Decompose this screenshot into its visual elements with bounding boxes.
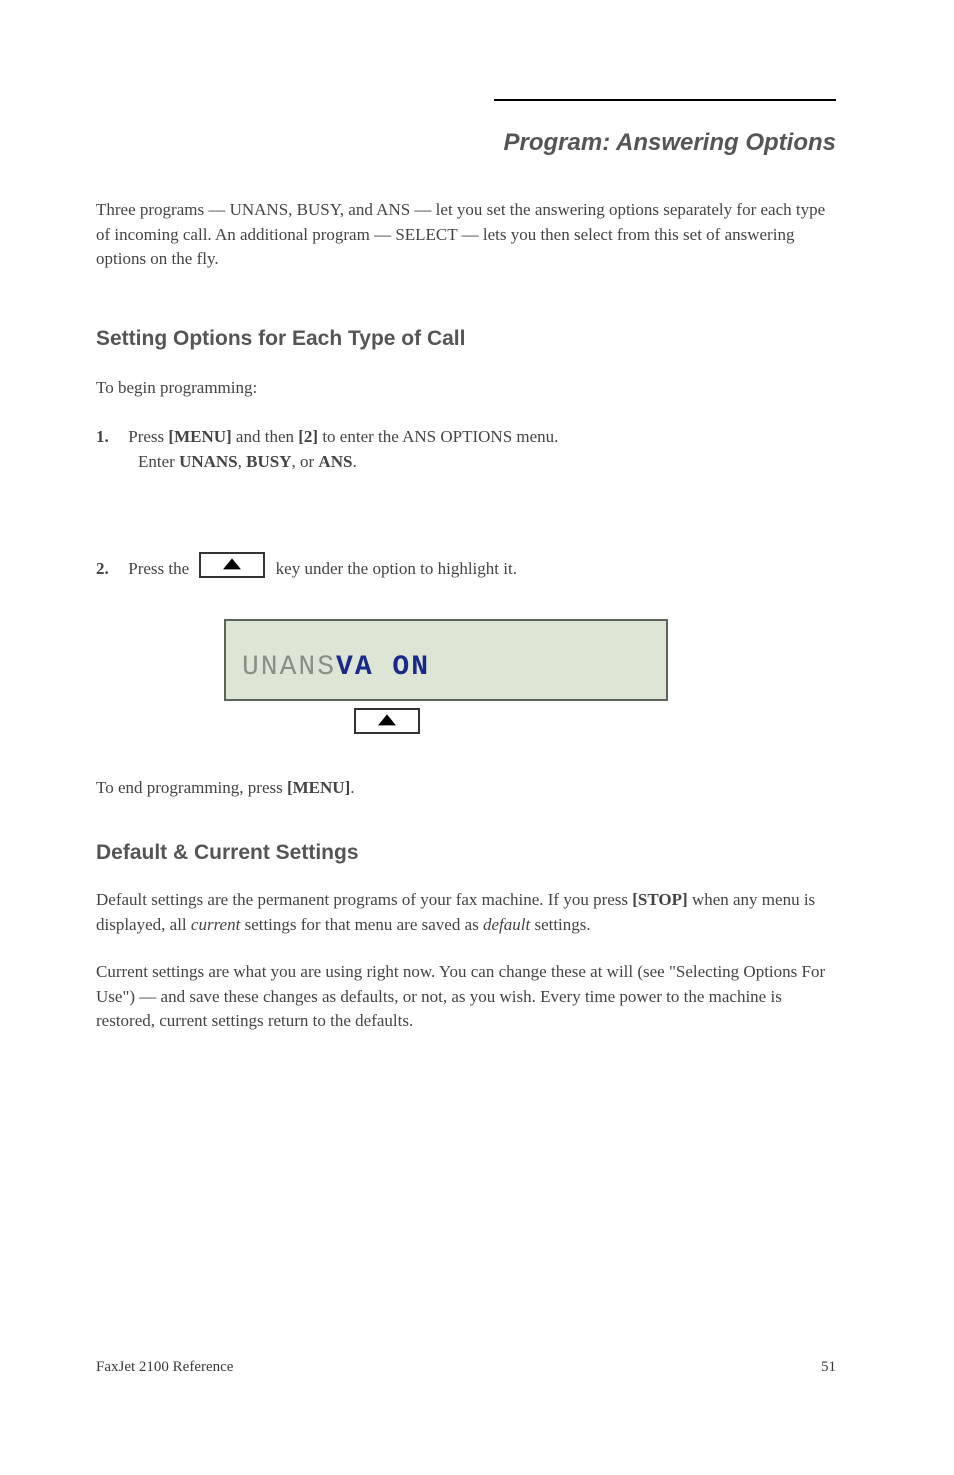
footer-page-number: 51 (821, 1357, 836, 1379)
header-rule (494, 99, 836, 101)
page-footer: FaxJet 2100 Reference 51 (96, 1357, 836, 1379)
subheading-default-current: Default & Current Settings (96, 838, 359, 868)
step-1-line-1: Press [MENU] and then [2] to enter the A… (128, 427, 558, 446)
current-settings-paragraph: Current settings are what you are using … (96, 960, 836, 1034)
step-1-number: 1. (96, 425, 124, 450)
lcd-active-text: VA ON (336, 648, 430, 689)
section-title: Program: Answering Options (504, 126, 836, 161)
up-arrow-key-icon (354, 708, 420, 734)
to-begin-text: To begin programming: (96, 376, 257, 401)
step-2-number: 2. (96, 557, 124, 582)
step-1: 1. Press [MENU] and then [2] to enter th… (96, 425, 836, 474)
subheading-setting-options: Setting Options for Each Type of Call (96, 324, 465, 354)
end-programming-text: To end programming, press [MENU]. (96, 776, 354, 801)
step-2-text-after: key under the option to highlight it. (276, 559, 517, 578)
lcd-display: UNANS VA ON (224, 619, 668, 701)
default-settings-paragraph: Default settings are the permanent progr… (96, 888, 836, 937)
lcd-dim-text: UNANS (242, 648, 336, 689)
footer-doc-title: FaxJet 2100 Reference (96, 1357, 233, 1379)
step-1-line-2: Enter UNANS, BUSY, or ANS. (96, 450, 836, 475)
up-arrow-key-icon (199, 552, 265, 578)
intro-paragraph: Three programs — UNANS, BUSY, and ANS — … (96, 198, 836, 272)
step-2-text-before: Press the (128, 559, 193, 578)
under-lcd-key (354, 708, 420, 738)
step-2: 2. Press the key under the option to hig… (96, 552, 836, 582)
